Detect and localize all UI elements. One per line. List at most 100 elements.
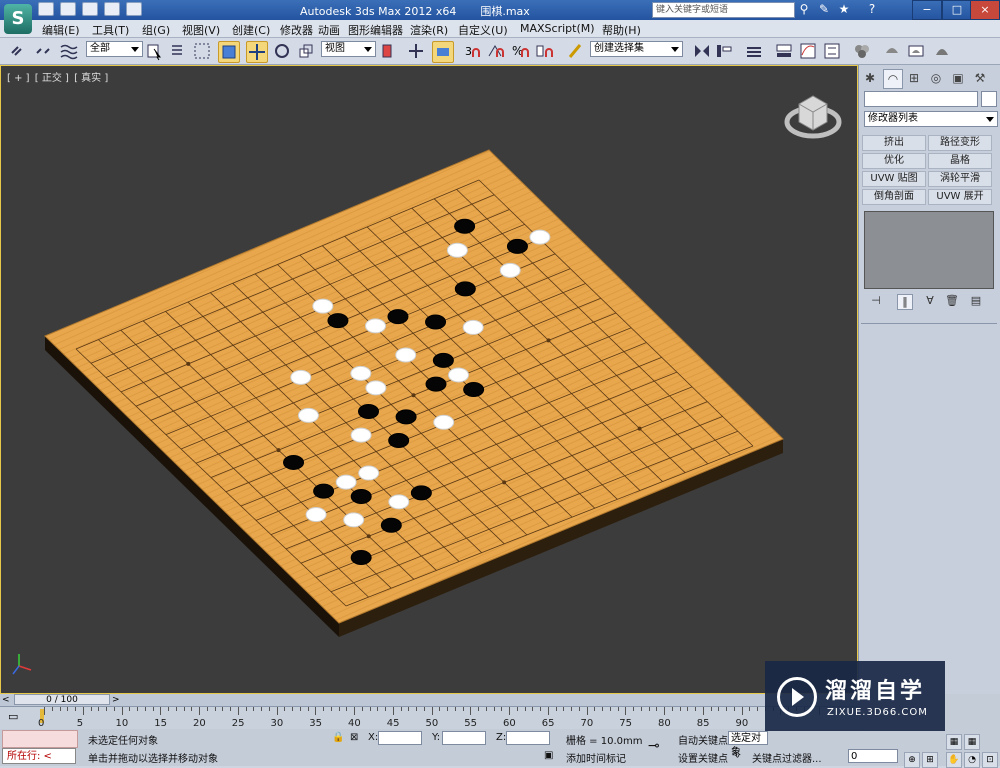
viewport-view-label[interactable]: [ 正交 ] (35, 73, 69, 84)
path-deform-button[interactable]: 路径变形 (928, 135, 992, 151)
rectangular-selection-icon[interactable] (192, 41, 212, 61)
configure-modifier-sets-icon[interactable]: ▤ (969, 294, 983, 308)
named-selection-dropdown[interactable]: 创建选择集 (590, 41, 683, 57)
uvw-map-button[interactable]: UVW 贴图 (862, 171, 926, 187)
make-unique-icon[interactable]: ∀ (923, 294, 937, 308)
curve-editor-icon[interactable] (798, 41, 818, 61)
select-by-name-icon[interactable] (168, 41, 188, 61)
x-coordinate-field[interactable] (378, 731, 422, 745)
unlink-icon[interactable] (33, 41, 53, 61)
time-slider[interactable]: < 0 / 100 > (0, 694, 858, 707)
snaps-toggle-icon[interactable]: 3 (462, 41, 482, 61)
object-color-swatch[interactable] (981, 91, 997, 107)
angle-snap-icon[interactable] (486, 41, 506, 61)
rendered-frame-window-icon[interactable] (906, 41, 926, 61)
z-coordinate-field[interactable] (506, 731, 550, 745)
minimize-button[interactable]: − (912, 0, 942, 20)
turbosmooth-button[interactable]: 涡轮平滑 (928, 171, 992, 187)
edit-named-selection-icon[interactable] (566, 41, 586, 61)
hierarchy-tab-icon[interactable]: ⊞ (905, 69, 923, 87)
modify-tab-icon[interactable]: ◠ (883, 69, 903, 89)
maxscript-listener[interactable] (2, 730, 78, 748)
key-mode-dropdown[interactable]: 选定对象 (728, 731, 768, 758)
window-crossing-icon[interactable] (218, 41, 240, 63)
link-icon[interactable] (8, 41, 28, 61)
app-logo[interactable]: S (4, 4, 32, 34)
new-file-icon[interactable] (38, 2, 54, 16)
utilities-tab-icon[interactable]: ⚒ (971, 69, 989, 87)
material-editor-icon[interactable] (852, 41, 872, 61)
menu-tools[interactable]: 工具(T) (92, 22, 129, 38)
time-tag-icon[interactable]: ▣ (544, 750, 553, 761)
select-manipulate-icon[interactable] (406, 41, 426, 61)
align-icon[interactable] (714, 41, 734, 61)
reference-coordinate-dropdown[interactable]: 视图 (321, 41, 376, 57)
remove-modifier-icon[interactable]: 🗑 (945, 294, 959, 308)
modifier-list-dropdown[interactable]: 修改器列表 (864, 111, 998, 127)
lattice-button[interactable]: 晶格 (928, 153, 992, 169)
show-end-result-icon[interactable]: ‖ (897, 294, 913, 310)
menu-create[interactable]: 创建(C) (232, 22, 270, 38)
selection-filter-dropdown[interactable]: 全部 (86, 41, 143, 57)
render-production-icon[interactable] (932, 41, 952, 61)
create-tab-icon[interactable]: ✱ (861, 69, 879, 87)
y-coordinate-field[interactable] (442, 731, 486, 745)
graphite-tools-icon[interactable] (774, 41, 794, 61)
render-setup-icon[interactable] (882, 41, 902, 61)
viewport-menu-label[interactable]: [ + ] (7, 73, 30, 84)
menu-views[interactable]: 视图(V) (182, 22, 220, 38)
maxscript-mini-listener[interactable]: 所在行: < (2, 748, 76, 764)
spinner-snap-icon[interactable] (534, 41, 554, 61)
bind-space-warp-icon[interactable] (58, 41, 78, 61)
lock-selection-icon[interactable]: 🔒 (332, 732, 344, 743)
add-time-tag-button[interactable]: 添加时间标记 (566, 750, 626, 765)
display-tab-icon[interactable]: ▣ (949, 69, 967, 87)
menu-animation[interactable]: 动画 (318, 22, 340, 38)
pin-stack-icon[interactable]: ⊣ (869, 294, 883, 308)
key-filters-icon[interactable]: ∿ (732, 750, 740, 761)
close-button[interactable]: × (970, 0, 1000, 20)
percent-snap-icon[interactable]: % (510, 41, 530, 61)
mirror-icon[interactable] (692, 41, 712, 61)
key-filters-button[interactable]: 关键点过滤器... (752, 750, 822, 765)
menu-edit[interactable]: 编辑(E) (42, 22, 80, 38)
object-name-field[interactable] (864, 91, 978, 107)
menu-help[interactable]: 帮助(H) (602, 22, 641, 38)
search-input[interactable]: 键入关键字或短语 (652, 2, 795, 18)
absolute-mode-icon[interactable]: ⊠ (350, 732, 358, 743)
maximize-button[interactable]: □ (942, 0, 972, 20)
extrude-button[interactable]: 挤出 (862, 135, 926, 151)
mini-curve-editor-icon[interactable]: ▭ (8, 710, 18, 723)
pivot-point-icon[interactable] (378, 41, 398, 61)
auto-key-button[interactable]: 自动关键点 (678, 732, 728, 747)
layer-manager-icon[interactable] (744, 41, 764, 61)
current-frame-field[interactable]: 0 (848, 749, 898, 763)
star-icon[interactable]: ★ (836, 2, 852, 16)
help-icon[interactable]: ? (864, 2, 880, 16)
menu-modifiers[interactable]: 修改器 (280, 22, 313, 38)
perspective-viewport[interactable]: [ + ] [ 正交 ] [ 真实 ] (0, 65, 858, 694)
save-icon[interactable] (82, 2, 98, 16)
viewport-label[interactable]: [ + ] [ 正交 ] [ 真实 ] (7, 69, 110, 84)
select-object-icon[interactable] (144, 41, 164, 61)
redo-icon[interactable] (126, 2, 142, 16)
time-slider-prev[interactable]: < (2, 695, 12, 705)
tools-icon[interactable]: ✎ (816, 2, 832, 16)
schematic-view-icon[interactable] (822, 41, 842, 61)
select-rotate-icon[interactable] (272, 41, 292, 61)
menu-customize[interactable]: 自定义(U) (458, 22, 508, 38)
viewcube-icon[interactable] (784, 95, 842, 139)
menu-rendering[interactable]: 渲染(R) (410, 22, 448, 38)
open-file-icon[interactable] (60, 2, 76, 16)
zoom-extents-all-icon[interactable]: ▦ (964, 734, 980, 750)
menu-group[interactable]: 组(G) (142, 22, 170, 38)
optimize-button[interactable]: 优化 (862, 153, 926, 169)
menu-maxscript[interactable]: MAXScript(M) (520, 22, 595, 35)
undo-icon[interactable] (104, 2, 120, 16)
zoom-extents-icon[interactable]: ▦ (946, 734, 962, 750)
select-move-icon[interactable] (246, 41, 268, 63)
modifier-stack[interactable] (864, 211, 994, 289)
select-scale-icon[interactable] (296, 41, 316, 61)
menu-graph-editors[interactable]: 图形编辑器 (348, 22, 403, 38)
keyboard-shortcut-override-icon[interactable] (432, 41, 454, 63)
